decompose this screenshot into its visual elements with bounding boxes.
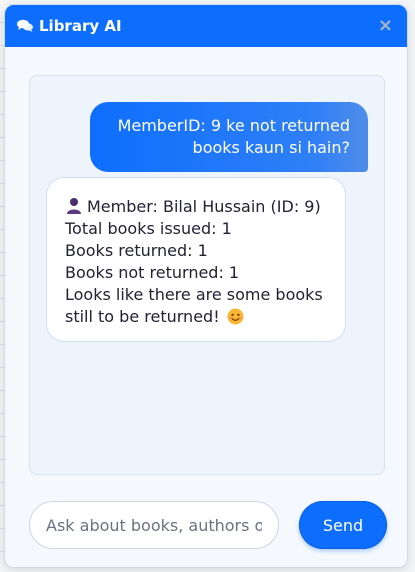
bot-line-issued: Total books issued: 1 — [65, 219, 232, 238]
chat-messages: MemberID: 9 ke not returned books kaun s… — [29, 75, 385, 475]
person-icon — [67, 198, 81, 214]
smiling-face-icon — [227, 308, 244, 325]
comments-icon — [17, 19, 33, 32]
send-button[interactable]: Send — [299, 501, 387, 549]
chat-body: MemberID: 9 ke not returned books kaun s… — [5, 47, 407, 567]
bot-member-text: Member: Bilal Hussain (ID: 9) — [87, 197, 321, 216]
bot-line-member: Member: Bilal Hussain (ID: 9) — [65, 196, 327, 218]
chat-input[interactable] — [29, 501, 279, 549]
composer: Send — [29, 501, 387, 551]
bot-line-not-returned: Books not returned: 1 — [65, 263, 240, 282]
user-message-text: MemberID: 9 ke not returned books kaun s… — [117, 116, 350, 157]
header-title: Library AI — [39, 17, 122, 35]
bot-message-bubble: Member: Bilal Hussain (ID: 9) Total book… — [46, 177, 346, 342]
close-icon[interactable]: × — [378, 17, 393, 35]
bot-remark-text: Looks like there are some books still to… — [65, 285, 323, 326]
bot-line-returned: Books returned: 1 — [65, 241, 208, 260]
header-title-group: Library AI — [17, 17, 122, 35]
user-message-bubble: MemberID: 9 ke not returned books kaun s… — [90, 102, 368, 172]
chat-widget: Library AI × MemberID: 9 ke not returned… — [4, 4, 408, 568]
chat-header: Library AI × — [5, 5, 407, 47]
bot-line-remark: Looks like there are some books still to… — [65, 284, 327, 328]
